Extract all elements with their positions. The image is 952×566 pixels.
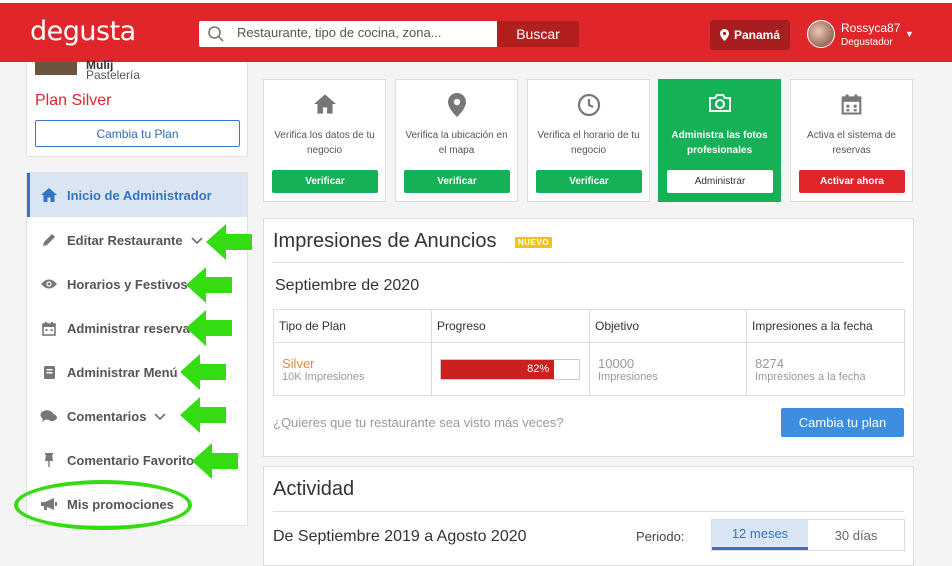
location-selector[interactable]: Panamá (710, 20, 790, 50)
verify-data-button[interactable]: Verificar (272, 170, 378, 193)
date-range: De Septiembre 2019 a Agosto 2020 (273, 528, 527, 545)
tile-verify-location: Verifica la ubicación en el mapa Verific… (395, 79, 518, 202)
book-icon (39, 365, 59, 380)
table-header-row: Tipo de Plan Progreso Objetivo Impresion… (273, 309, 905, 343)
calendar-icon (791, 93, 912, 115)
manage-photos-button[interactable]: Administrar (667, 170, 773, 193)
panel-title: Actividad (273, 478, 355, 500)
current-value: 8274 (755, 355, 784, 371)
tile-verify-data: Verifica los datos de tu negocio Verific… (263, 79, 386, 202)
sidebar-item-label: Inicio de Administrador (67, 187, 212, 203)
tile-text: Verifica la ubicación en el mapa (405, 130, 508, 156)
pencil-icon (39, 232, 59, 248)
plan-sub: 10K Impresiones (282, 370, 365, 383)
search-box[interactable] (199, 21, 497, 47)
frame-top-edge (0, 0, 952, 3)
upsell-text: ¿Quieres que tu restaurante sea visto má… (273, 415, 564, 430)
current-cell: 8274 Impresiones a la fecha (746, 342, 905, 396)
tile-text: Activa el sistema de reservas (807, 130, 896, 156)
top-navbar: degusta Buscar Panamá Rossyca87 Degustad… (0, 0, 952, 62)
chevron-down-icon[interactable] (190, 233, 203, 248)
restaurant-profile-card: Mulij Pastelería Plan Silver Cambia tu P… (26, 58, 248, 157)
map-marker-icon (719, 29, 729, 41)
column-header: Progreso (431, 309, 590, 343)
current-sub: Impresiones a la fecha (755, 370, 866, 383)
period-12-months[interactable]: 12 meses (712, 520, 808, 550)
tile-reservations: Activa el sistema de reservas Activar ah… (790, 79, 913, 202)
progress-bar: 82% (440, 358, 580, 380)
annotation-arrow (206, 224, 252, 260)
comments-icon (39, 409, 59, 423)
annotation-arrow (186, 267, 232, 303)
annotation-circle (14, 480, 192, 530)
goal-sub: Impresiones (598, 370, 658, 383)
impressions-table: Tipo de Plan Progreso Objetivo Impresion… (273, 309, 905, 396)
home-icon (39, 187, 59, 203)
table-row: Silver 10K Impresiones 82% 10000 Impresi… (273, 342, 905, 396)
column-header: Impresiones a la fecha (746, 309, 905, 343)
divider (273, 262, 904, 263)
progress-fill: 82% (441, 359, 555, 379)
period-selector: 12 meses 30 días (711, 519, 905, 551)
tile-text: Administra las fotos profesionales (671, 130, 768, 156)
column-header: Objetivo (589, 309, 747, 343)
sidebar-item-label: Editar Restaurante (67, 232, 183, 248)
annotation-arrow (180, 397, 226, 433)
sidebar-item-label: Administrar Menú (67, 364, 178, 380)
goal-value: 10000 (598, 355, 635, 371)
panel-title: Impresiones de Anuncios (273, 230, 497, 252)
plan-name: Plan Silver (35, 92, 112, 109)
user-name[interactable]: Rossyca87 (841, 21, 900, 35)
location-label: Panamá (733, 28, 781, 42)
clock-icon (528, 93, 649, 117)
user-role: Degustador (841, 37, 893, 48)
new-badge: NUEVO (515, 237, 552, 248)
verify-hours-button[interactable]: Verificar (536, 170, 642, 193)
progress-cell: 82% (431, 342, 590, 396)
tile-text: Verifica el horario de tu negocio (537, 130, 640, 156)
search-button[interactable]: Buscar (497, 21, 579, 47)
degusta-logo[interactable]: degusta (30, 16, 136, 47)
home-icon (264, 93, 385, 115)
activate-reservations-button[interactable]: Activar ahora (799, 170, 905, 193)
period-30-days[interactable]: 30 días (808, 520, 904, 550)
map-marker-icon (396, 93, 517, 117)
change-plan-button[interactable]: Cambia tu Plan (35, 120, 240, 147)
sidebar-item-label: Horarios y Festivos (67, 276, 188, 292)
pin-icon (39, 452, 59, 468)
change-plan-cta-button[interactable]: Cambia tu plan (781, 408, 904, 437)
restaurant-category: Pastelería (86, 68, 141, 82)
calendar-icon (39, 321, 59, 336)
activity-panel: Actividad De Septiembre 2019 a Agosto 20… (263, 466, 914, 566)
avatar[interactable] (807, 20, 835, 48)
sidebar-item-label: Comentario Favorito (67, 452, 195, 468)
sidebar-item-admin-home[interactable]: Inicio de Administrador (27, 173, 247, 217)
verify-location-button[interactable]: Verificar (404, 170, 510, 193)
goal-cell: 10000 Impresiones (589, 342, 747, 396)
tile-text: Verifica los datos de tu negocio (274, 130, 375, 156)
plan-cell: Silver 10K Impresiones (273, 342, 432, 396)
annotation-arrow (192, 443, 238, 479)
ad-impressions-panel: Impresiones de Anuncios NUEVO Septiembre… (263, 218, 914, 457)
annotation-arrow (186, 310, 232, 346)
chevron-down-icon[interactable] (154, 409, 167, 424)
caret-down-icon[interactable]: ▼ (905, 29, 914, 39)
camera-icon (659, 93, 780, 113)
restaurant-thumbnail (35, 62, 77, 75)
period-label: Periodo: (636, 529, 685, 544)
sidebar-item-label: Administrar reservas (67, 320, 198, 336)
divider (273, 511, 904, 512)
search-input[interactable] (237, 25, 492, 40)
annotation-arrow (180, 354, 226, 390)
month-label: Septiembre de 2020 (275, 277, 420, 294)
tile-verify-hours: Verifica el horario de tu negocio Verifi… (527, 79, 650, 202)
eye-icon (39, 278, 59, 290)
plan-type: Silver (282, 355, 315, 371)
tile-manage-photos: Administra las fotos profesionales Admin… (658, 79, 781, 202)
sidebar-item-label: Comentarios (67, 408, 147, 424)
search-icon (208, 26, 224, 42)
column-header: Tipo de Plan (273, 309, 432, 343)
